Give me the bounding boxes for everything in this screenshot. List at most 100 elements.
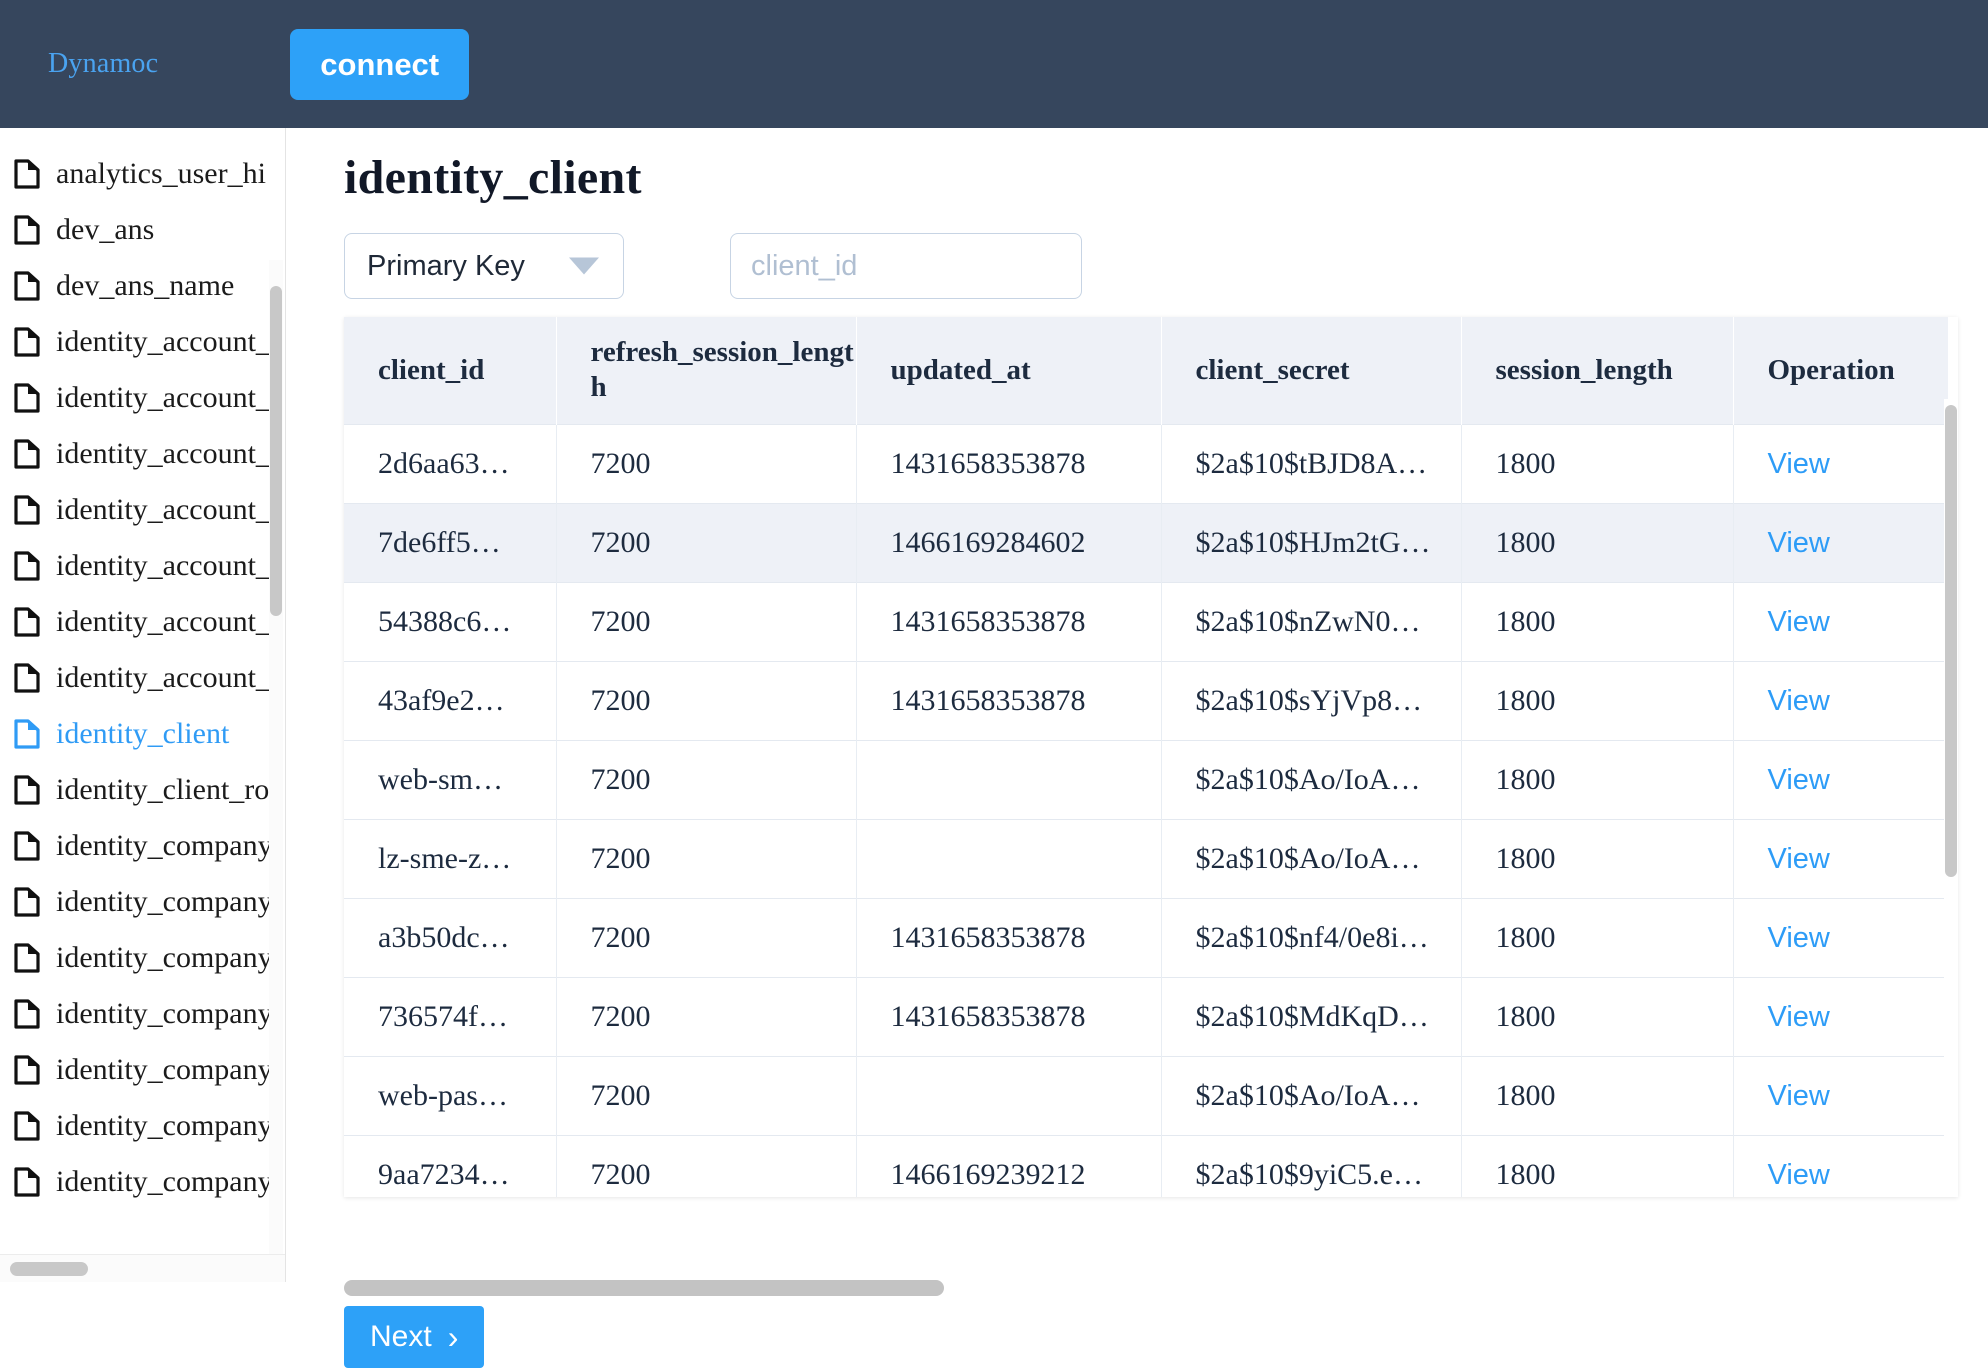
cell-updated-at: 1431658353878 <box>856 660 1162 741</box>
cell-refresh-session-length: 7200 <box>556 502 857 583</box>
sidebar-item-label: identity_company <box>56 1165 273 1198</box>
sidebar-item-label: identity_account_ <box>56 381 271 414</box>
table-file-icon <box>14 831 40 861</box>
cell-client-secret: $2a$10$Ao/IoA… <box>1161 1055 1462 1136</box>
table-file-icon <box>14 159 40 189</box>
search-input[interactable] <box>730 233 1082 299</box>
sidebar-horizontal-scrollbar[interactable] <box>0 1254 285 1282</box>
view-link[interactable]: View <box>1768 1001 1830 1033</box>
sidebar-item-identity_account_[interactable]: identity_account_ <box>0 482 285 538</box>
cell-client-id: lz-sme-z… <box>344 818 557 899</box>
cell-operation: View <box>1733 1134 1949 1197</box>
table-horizontal-scrollbar-thumb[interactable] <box>344 1280 944 1296</box>
next-page-label: Next <box>370 1320 432 1353</box>
sidebar-item-identity_account_[interactable]: identity_account_ <box>0 370 285 426</box>
cell-client-secret: $2a$10$9yiC5.e… <box>1161 1134 1462 1197</box>
sidebar-vertical-scrollbar[interactable] <box>269 260 283 1282</box>
cell-refresh-session-length: 7200 <box>556 739 857 820</box>
sidebar-item-identity_account_[interactable]: identity_account_ <box>0 426 285 482</box>
view-link[interactable]: View <box>1768 685 1830 717</box>
sidebar-item-label: identity_company <box>56 829 273 862</box>
cell-operation: View <box>1733 423 1949 504</box>
sidebar-item-identity_account_[interactable]: identity_account_ <box>0 538 285 594</box>
view-link[interactable]: View <box>1768 606 1830 638</box>
cell-refresh-session-length: 7200 <box>556 976 857 1057</box>
view-link[interactable]: View <box>1768 1159 1830 1191</box>
cell-refresh-session-length: 7200 <box>556 897 857 978</box>
sidebar-item-identity_company[interactable]: identity_company <box>0 1098 285 1154</box>
sidebar-item-dev_ans[interactable]: dev_ans <box>0 202 285 258</box>
table-row: web-sm… 7200 $2a$10$Ao/IoA… 1800 View <box>344 739 1949 820</box>
table-file-icon <box>14 383 40 413</box>
cell-client-secret: $2a$10$Ao/IoA… <box>1161 739 1462 820</box>
cell-session-length: 1800 <box>1461 739 1734 820</box>
table-body: 2d6aa63… 7200 1431658353878 $2a$10$tBJD8A… 1… <box>344 423 1949 1197</box>
top-navbar: Dynamoc connect <box>0 0 1988 128</box>
key-type-select[interactable]: Primary Key <box>344 233 624 299</box>
table-vertical-scrollbar[interactable] <box>1944 399 1958 1197</box>
table-file-icon <box>14 1167 40 1197</box>
column-header: updated_at <box>856 317 1162 425</box>
sidebar-item-identity_account_[interactable]: identity_account_ <box>0 650 285 706</box>
sidebar-vertical-scrollbar-thumb[interactable] <box>270 286 282 616</box>
sidebar-item-identity_company[interactable]: identity_company <box>0 818 285 874</box>
cell-refresh-session-length: 7200 <box>556 1055 857 1136</box>
key-type-select-value: Primary Key <box>367 249 525 282</box>
cell-client-id: web-sm… <box>344 739 557 820</box>
view-link[interactable]: View <box>1768 922 1830 954</box>
table-row: 54388c6… 7200 1431658353878 $2a$10$nZwN0… 18… <box>344 581 1949 662</box>
cell-session-length: 1800 <box>1461 660 1734 741</box>
cell-updated-at: 1466169239212 <box>856 1134 1162 1197</box>
sidebar-item-identity_company[interactable]: identity_company <box>0 1042 285 1098</box>
cell-refresh-session-length: 7200 <box>556 660 857 741</box>
page-title: identity_client <box>344 151 642 204</box>
cell-client-secret: $2a$10$sYjVp8… <box>1161 660 1462 741</box>
view-link[interactable]: View <box>1768 1080 1830 1112</box>
view-link[interactable]: View <box>1768 448 1830 480</box>
table-file-icon <box>14 719 40 749</box>
sidebar-item-analytics_user_hi[interactable]: analytics_user_hi <box>0 146 285 202</box>
sidebar-item-identity_company[interactable]: identity_company <box>0 930 285 986</box>
sidebar-item-label: analytics_user_hi <box>56 157 266 190</box>
sidebar-item-identity_account_[interactable]: identity_account_ <box>0 594 285 650</box>
table-row: lz-sme-z… 7200 $2a$10$Ao/IoA… 1800 View <box>344 818 1949 899</box>
sidebar-item-identity_client_ro[interactable]: identity_client_ro <box>0 762 285 818</box>
sidebar-item-dev_ans_name[interactable]: dev_ans_name <box>0 258 285 314</box>
column-header: Operation <box>1733 317 1949 425</box>
cell-operation: View <box>1733 818 1949 899</box>
table-vertical-scrollbar-thumb[interactable] <box>1945 405 1957 877</box>
sidebar-item-identity_company[interactable]: identity_company <box>0 1154 285 1210</box>
sidebar-item-identity_account_[interactable]: identity_account_ <box>0 314 285 370</box>
cell-operation: View <box>1733 976 1949 1057</box>
connect-button[interactable]: connect <box>290 28 470 100</box>
main-panel: identity_client Primary Key client_idref… <box>300 128 1988 1368</box>
brand-logo[interactable]: Dynamoc <box>48 48 158 80</box>
next-page-button[interactable]: Next › <box>344 1306 485 1368</box>
cell-client-secret: $2a$10$HJm2tG… <box>1161 502 1462 583</box>
view-link[interactable]: View <box>1768 764 1830 796</box>
table-file-icon <box>14 943 40 973</box>
table-row: a3b50dc… 7200 1431658353878 $2a$10$nf4/0e8i… <box>344 897 1949 978</box>
table-file-icon <box>14 663 40 693</box>
table-file-icon <box>14 1055 40 1085</box>
cell-session-length: 1800 <box>1461 502 1734 583</box>
cell-session-length: 1800 <box>1461 423 1734 504</box>
sidebar-item-identity_company[interactable]: identity_company <box>0 874 285 930</box>
table-horizontal-scrollbar[interactable] <box>344 1276 1958 1300</box>
sidebar-item-label: identity_client <box>56 717 230 750</box>
sidebar-item-label: identity_company <box>56 1109 273 1142</box>
table-row: 43af9e2… 7200 1431658353878 $2a$10$sYjVp8… 1… <box>344 660 1949 741</box>
cell-client-id: 54388c6… <box>344 581 557 662</box>
cell-client-id: 2d6aa63… <box>344 423 557 504</box>
cell-client-secret: $2a$10$tBJD8A… <box>1161 423 1462 504</box>
view-link[interactable]: View <box>1768 843 1830 875</box>
table-file-icon <box>14 1111 40 1141</box>
view-link[interactable]: View <box>1768 527 1830 559</box>
sidebar-item-label: dev_ans_name <box>56 269 235 302</box>
cell-updated-at: 1431658353878 <box>856 976 1162 1057</box>
sidebar: analytics_user_hi dev_ans dev_ans_nameiden… <box>0 128 286 1282</box>
sidebar-item-identity_company[interactable]: identity_company <box>0 986 285 1042</box>
sidebar-horizontal-scrollbar-thumb[interactable] <box>10 1262 88 1276</box>
cell-session-length: 1800 <box>1461 897 1734 978</box>
sidebar-item-identity_client[interactable]: identity_client <box>0 706 285 762</box>
